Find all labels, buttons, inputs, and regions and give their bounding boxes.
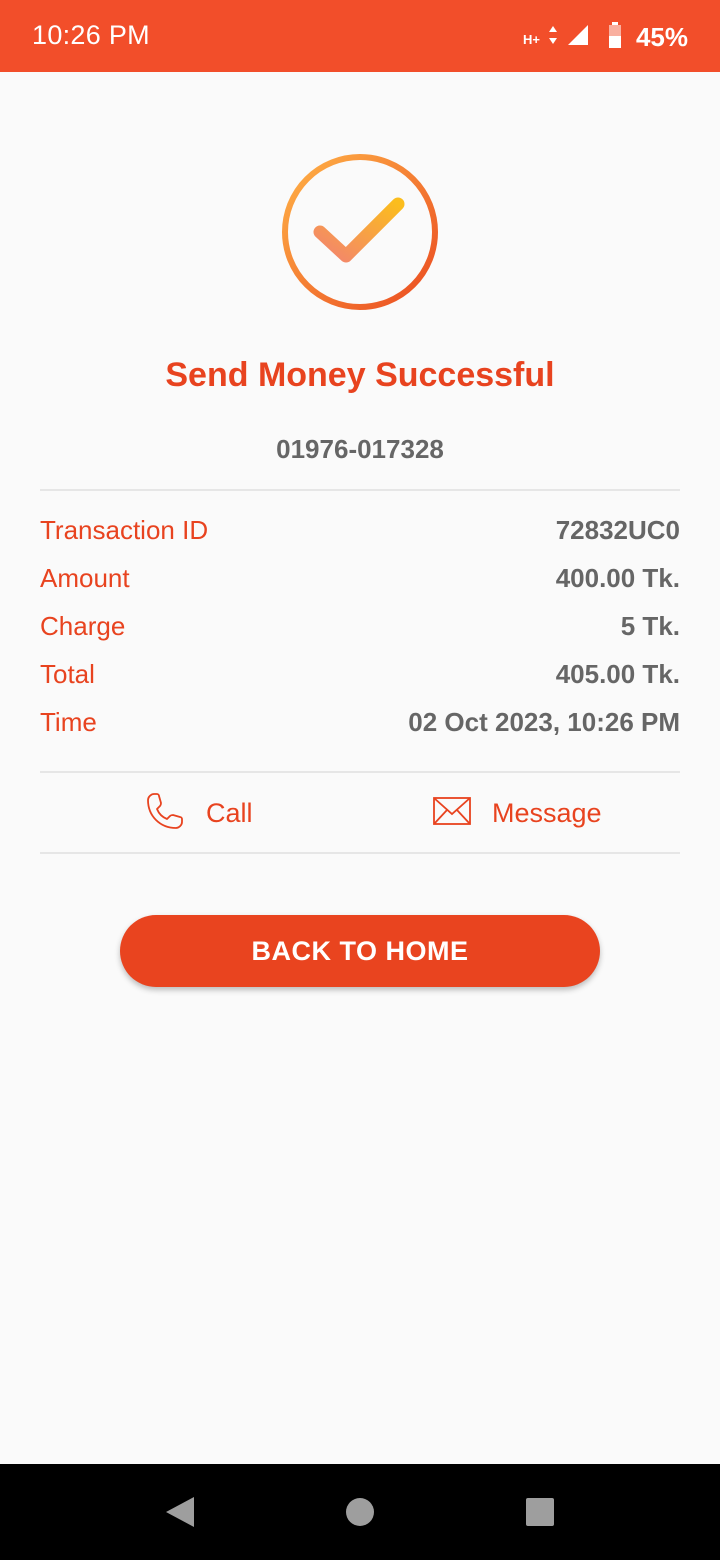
detail-value: 400.00 Tk. bbox=[555, 562, 680, 593]
detail-value: 5 Tk. bbox=[620, 610, 680, 641]
detail-label: Transaction ID bbox=[40, 514, 209, 545]
detail-label: Amount bbox=[40, 562, 130, 593]
status-icons: H+ 45% bbox=[523, 22, 688, 53]
detail-row-charge: Charge 5 Tk. bbox=[40, 602, 680, 650]
data-arrows-icon bbox=[548, 24, 558, 51]
recents-icon[interactable] bbox=[510, 1464, 570, 1560]
signal-icon bbox=[566, 23, 590, 52]
success-title: Send Money Successful bbox=[165, 356, 555, 394]
status-time: 10:26 PM bbox=[32, 20, 150, 50]
divider-top bbox=[40, 489, 680, 491]
divider-bottom bbox=[40, 852, 680, 854]
envelope-icon bbox=[432, 795, 472, 832]
recipient-number: 01976-017328 bbox=[276, 434, 444, 464]
checkmark-circle-icon bbox=[280, 152, 440, 312]
phone-icon bbox=[144, 790, 186, 837]
detail-label: Charge bbox=[40, 610, 126, 641]
send-money-success-screen: 10:26 PM H+ 45% Send Money Successful 01… bbox=[0, 0, 720, 1560]
detail-value: 02 Oct 2023, 10:26 PM bbox=[408, 706, 680, 737]
status-bar: 10:26 PM H+ 45% bbox=[0, 0, 720, 72]
detail-value: 72832UC0 bbox=[555, 514, 680, 545]
back-icon[interactable] bbox=[150, 1464, 210, 1560]
divider-middle bbox=[40, 771, 680, 773]
message-button[interactable]: Message bbox=[432, 774, 602, 852]
home-icon[interactable] bbox=[330, 1464, 390, 1560]
back-to-home-button[interactable]: BACK TO HOME bbox=[120, 915, 600, 987]
detail-label: Total bbox=[40, 658, 95, 689]
detail-row-time: Time 02 Oct 2023, 10:26 PM bbox=[40, 698, 680, 746]
transaction-details: Transaction ID 72832UC0 Amount 400.00 Tk… bbox=[40, 506, 680, 746]
detail-value: 405.00 Tk. bbox=[555, 658, 680, 689]
detail-label: Time bbox=[40, 706, 97, 737]
message-label: Message bbox=[492, 797, 602, 828]
call-button[interactable]: Call bbox=[144, 774, 253, 852]
navigation-bar bbox=[0, 1464, 720, 1560]
battery-percentage: 45% bbox=[635, 22, 688, 52]
detail-row-total: Total 405.00 Tk. bbox=[40, 650, 680, 698]
battery-icon bbox=[608, 22, 622, 53]
detail-row-amount: Amount 400.00 Tk. bbox=[40, 554, 680, 602]
call-label: Call bbox=[206, 797, 253, 828]
contact-actions: Call Message bbox=[40, 774, 680, 852]
network-type-icon: H+ bbox=[522, 32, 540, 47]
detail-row-transaction-id: Transaction ID 72832UC0 bbox=[40, 506, 680, 554]
